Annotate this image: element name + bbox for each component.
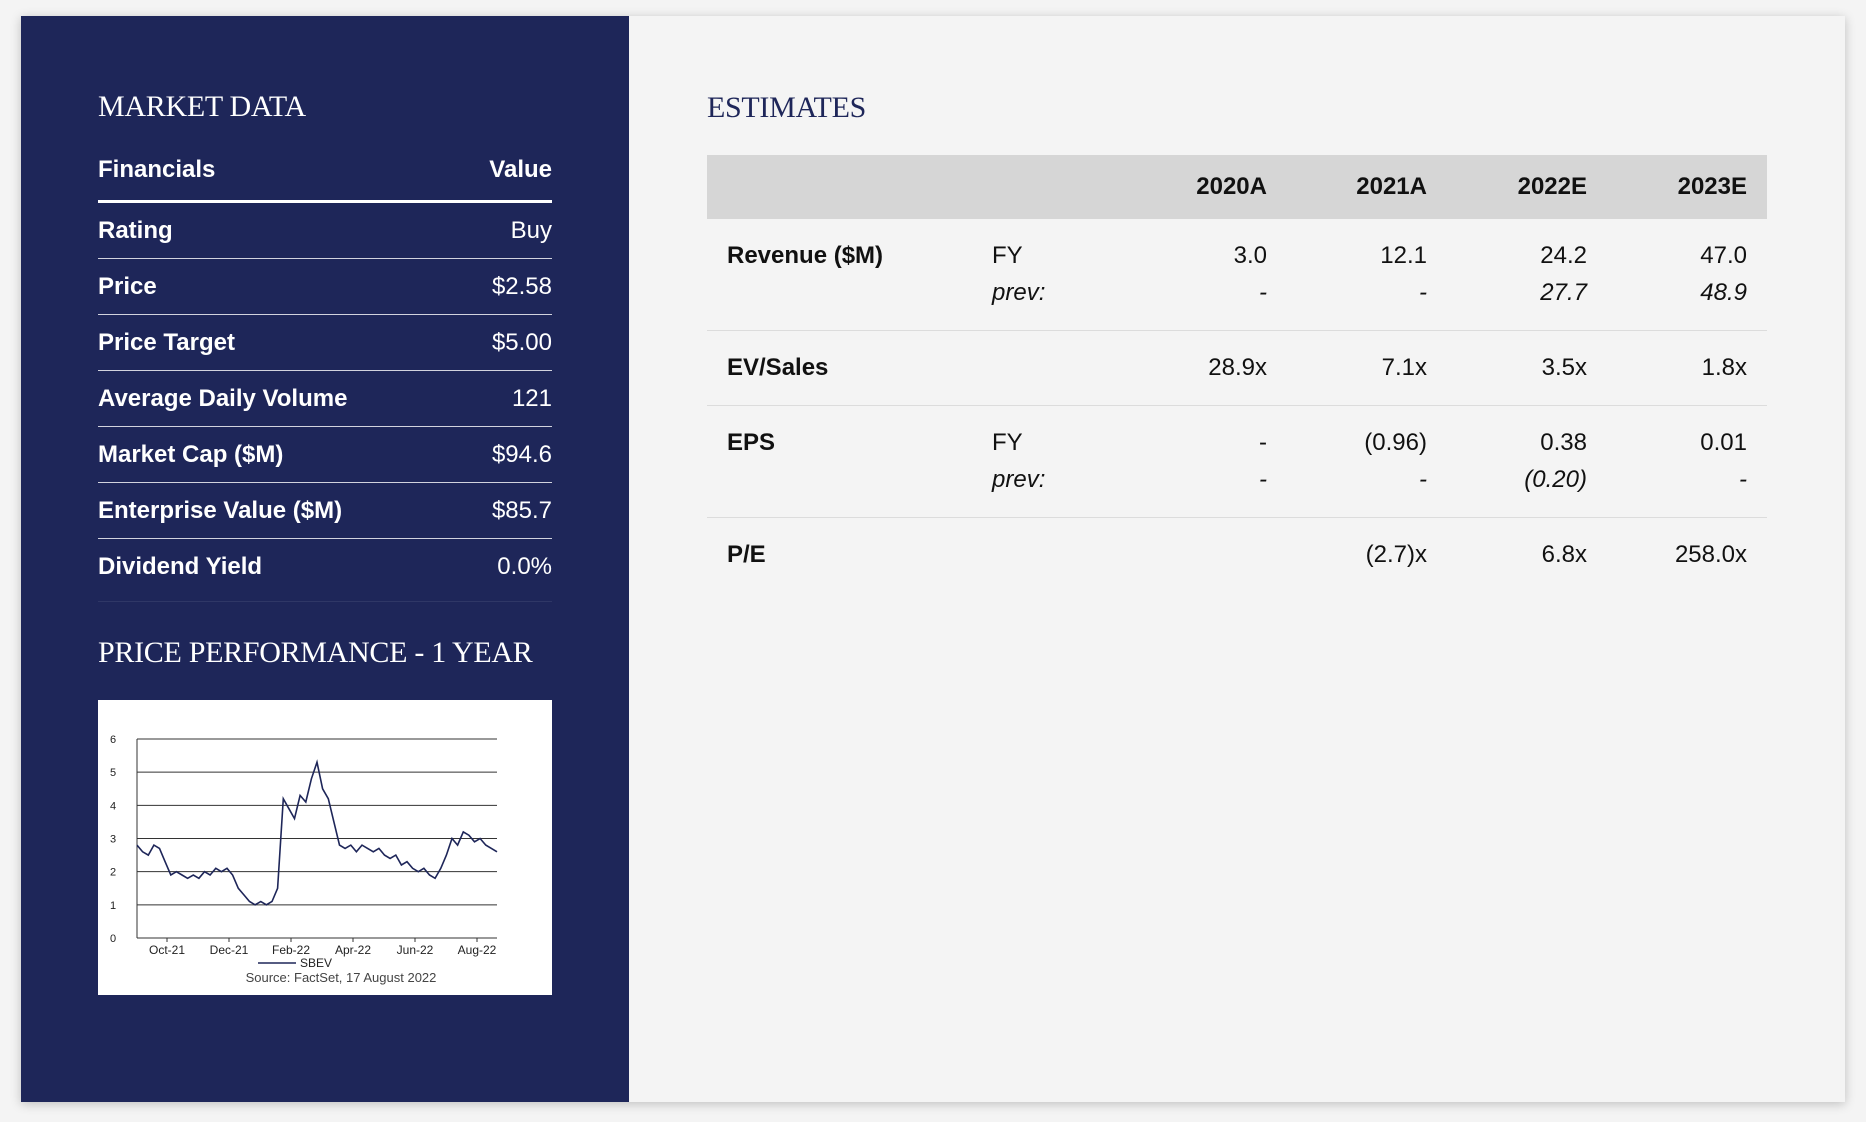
estimates-title: ESTIMATES (707, 91, 866, 124)
market-data-table: Financials Value Rating Buy Price $2.58 Pric… (98, 156, 552, 595)
estimates-header: 2020A 2021A 2022E 2023E (707, 155, 1767, 219)
estimates-cell: 1.8x (1701, 353, 1747, 381)
report-page: MARKET DATA Financials Value Rating Buy Pr… (21, 16, 1845, 1102)
chart-source: Source: FactSet, 17 August 2022 (246, 970, 437, 985)
x-tick-label: Dec-21 (210, 943, 249, 957)
estimates-cell: (0.20) (1524, 465, 1587, 493)
header-year-1: 2020A (1196, 173, 1267, 200)
header-financials: Financials (98, 156, 216, 183)
estimates-cell: 24.2 (1540, 241, 1587, 269)
market-data-label: Dividend Yield (98, 553, 263, 580)
market-data-label: Average Daily Volume (98, 384, 348, 412)
market-data-value: $2.58 (491, 272, 552, 300)
estimates-cell: 27.7 (1540, 278, 1587, 306)
y-tick-label: 2 (110, 867, 116, 879)
market-data-row: Market Cap ($M) $94.6 (98, 427, 552, 483)
estimates-row-sublabel: prev: (992, 465, 1046, 493)
market-data-header: Financials Value (98, 156, 552, 203)
estimates-cell: 3.5x (1541, 353, 1587, 381)
estimates-cell: - (1739, 465, 1747, 493)
estimates-cell: - (1259, 278, 1267, 306)
estimates-cell: 7.1x (1381, 353, 1427, 381)
y-tick-label: 6 (110, 734, 116, 746)
estimates-cell: 0.38 (1540, 428, 1587, 456)
header-value: Value (489, 156, 552, 183)
estimates-cell: 6.8x (1541, 540, 1587, 568)
market-data-row: Average Daily Volume 121 (98, 371, 552, 427)
estimates-cell: 47.0 (1700, 241, 1747, 269)
estimates-line: P/E (2.7)x 6.8x 258.0x (707, 536, 1767, 573)
estimates-cell: 28.9x (1208, 353, 1267, 381)
price-chart: 0 1 2 3 4 5 6 Oct-21 Dec-21 Feb-22 Apr-22 Jun-22 Aug… (98, 700, 552, 995)
estimates-panel: ESTIMATES 2020A 2021A 2022E 2023E Revenu… (629, 16, 1845, 1102)
estimates-cell: - (1259, 428, 1267, 456)
panel-divider (98, 601, 552, 602)
estimates-table: 2020A 2021A 2022E 2023E Revenue ($M) FY 3.… (707, 155, 1767, 592)
market-data-value: 0.0% (497, 553, 552, 580)
legend-label: SBEV (300, 956, 332, 970)
market-data-row: Dividend Yield 0.0% (98, 539, 552, 595)
x-tick-label: Jun-22 (397, 943, 434, 957)
y-tick-label: 0 (110, 933, 116, 945)
x-tick-label: Feb-22 (272, 943, 310, 957)
market-data-label: Price (98, 272, 157, 300)
market-data-row: Enterprise Value ($M) $85.7 (98, 483, 552, 539)
estimates-row-sublabel: FY (992, 241, 1023, 269)
estimates-line: prev: - - 27.7 48.9 (707, 274, 1767, 311)
header-year-3: 2022E (1517, 173, 1587, 200)
estimates-row: EV/Sales 28.9x 7.1x 3.5x 1.8x (707, 331, 1767, 406)
market-data-value: Buy (510, 216, 552, 244)
y-tick-label: 4 (110, 800, 116, 812)
estimates-row: P/E (2.7)x 6.8x 258.0x (707, 518, 1767, 592)
market-data-title: MARKET DATA (98, 90, 306, 123)
header-year-4: 2023E (1677, 173, 1747, 200)
market-data-label: Price Target (98, 328, 235, 356)
estimates-cell: (0.96) (1364, 428, 1427, 456)
estimates-cell: (2.7)x (1365, 540, 1427, 568)
market-data-row: Price $2.58 (98, 259, 552, 315)
y-tick-label: 3 (110, 834, 116, 846)
estimates-line: prev: - - (0.20) - (707, 461, 1767, 498)
market-data-value: $5.00 (491, 328, 552, 356)
market-data-label: Enterprise Value ($M) (98, 496, 343, 524)
estimates-cell: 3.0 (1233, 241, 1267, 269)
estimates-cell: - (1419, 278, 1427, 306)
estimates-row-sublabel: prev: (992, 278, 1046, 306)
market-data-label: Rating (98, 216, 173, 244)
x-tick-label: Oct-21 (149, 943, 185, 957)
market-data-value: 121 (511, 384, 552, 412)
market-data-row: Rating Buy (98, 203, 552, 259)
header-year-2: 2021A (1356, 173, 1427, 200)
estimates-line: EPS FY - (0.96) 0.38 0.01 (707, 424, 1767, 461)
estimates-row-label: EPS (727, 428, 776, 456)
price-performance-title: PRICE PERFORMANCE - 1 YEAR (98, 636, 533, 669)
x-tick-label: Apr-22 (335, 943, 371, 957)
estimates-line: EV/Sales 28.9x 7.1x 3.5x 1.8x (707, 349, 1767, 386)
estimates-cell: 12.1 (1380, 241, 1427, 269)
estimates-cell: - (1259, 465, 1267, 493)
estimates-cell: 48.9 (1700, 278, 1747, 306)
x-tick-label: Aug-22 (458, 943, 497, 957)
estimates-cell: 258.0x (1674, 540, 1747, 568)
estimates-row-sublabel: FY (992, 428, 1023, 456)
estimates-row: EPS FY - (0.96) 0.38 0.01 prev: - - (0.20) - (707, 406, 1767, 518)
series-line-sbev (136, 759, 498, 906)
market-data-row: Price Target $5.00 (98, 315, 552, 371)
estimates-cell: 0.01 (1700, 428, 1747, 456)
market-data-panel: MARKET DATA Financials Value Rating Buy Pr… (21, 16, 629, 1102)
market-data-value: $85.7 (491, 496, 552, 524)
estimates-row-label: EV/Sales (727, 353, 829, 381)
market-data-label: Market Cap ($M) (98, 440, 284, 468)
estimates-row-label: P/E (727, 540, 766, 568)
market-data-value: $94.6 (491, 440, 552, 468)
y-tick-label: 5 (110, 767, 116, 779)
price-chart-svg: 0 1 2 3 4 5 6 Oct-21 Dec-21 Feb-22 Apr-22 Jun-22 Aug… (110, 734, 498, 985)
estimates-row-label: Revenue ($M) (727, 241, 884, 269)
estimates-cell: - (1419, 465, 1427, 493)
estimates-row: Revenue ($M) FY 3.0 12.1 24.2 47.0 prev: - - 27.7… (707, 219, 1767, 331)
estimates-line: Revenue ($M) FY 3.0 12.1 24.2 47.0 (707, 237, 1767, 274)
y-tick-label: 1 (110, 900, 116, 912)
